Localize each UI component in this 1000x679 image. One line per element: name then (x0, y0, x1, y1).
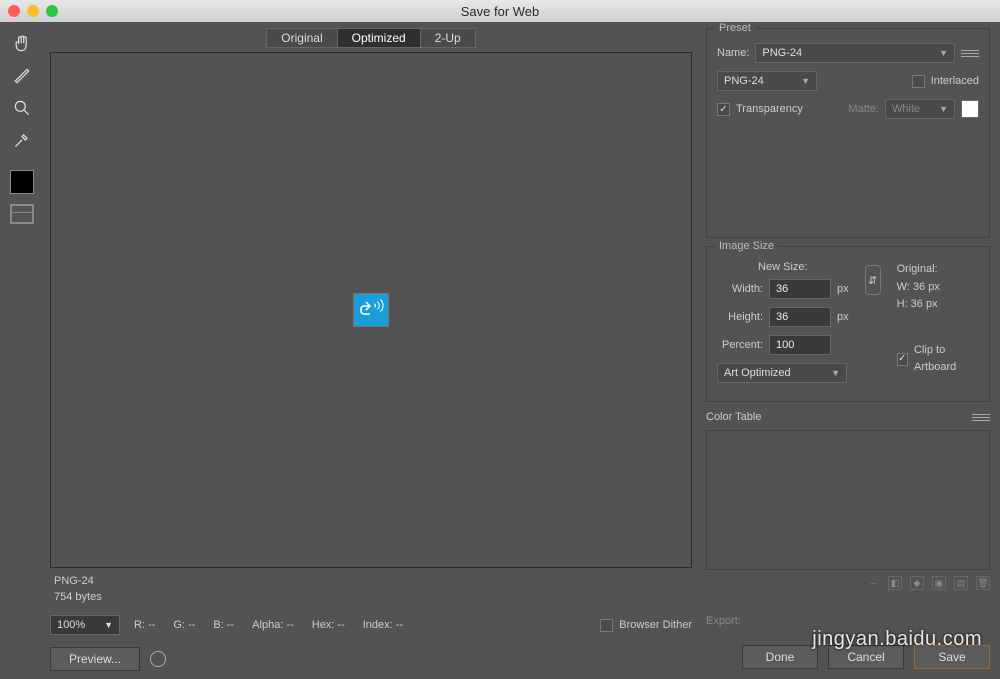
preview-image (354, 294, 388, 326)
percent-input[interactable] (769, 335, 831, 355)
readout-b: B: -- (213, 619, 234, 631)
tab-2up[interactable]: 2-Up (421, 29, 475, 47)
color-table-title: Color Table (706, 411, 761, 423)
export-label: Export: (706, 615, 741, 627)
browser-dither-checkbox[interactable] (600, 619, 613, 632)
interlaced-label: Interlaced (931, 75, 979, 87)
interlaced-checkbox[interactable] (912, 75, 925, 88)
eyedropper-tool-icon[interactable] (8, 126, 36, 154)
view-tabs: Original Optimized 2-Up (266, 28, 475, 48)
clip-artboard-checkbox[interactable] (897, 353, 908, 366)
foreground-color-swatch[interactable] (10, 170, 34, 194)
width-label: Width: (717, 283, 763, 295)
height-input[interactable] (769, 307, 831, 327)
width-input[interactable] (769, 279, 831, 299)
image-size-panel-title: Image Size (715, 240, 778, 252)
save-button[interactable]: Save (914, 645, 990, 669)
readout-index: Index: -- (363, 619, 403, 631)
width-unit: px (837, 283, 849, 295)
ct-delete-icon[interactable]: 🗑 (976, 576, 990, 590)
toggle-slices-icon[interactable] (10, 204, 34, 224)
ct-map-transparent-icon[interactable]: ▣ (932, 576, 946, 590)
format-dropdown[interactable]: PNG-24▼ (717, 71, 817, 91)
percent-label: Percent: (717, 339, 763, 351)
size-info: 754 bytes (54, 590, 692, 605)
readout-r: R: -- (134, 619, 155, 631)
cancel-button[interactable]: Cancel (828, 645, 904, 669)
done-button[interactable]: Done (742, 645, 818, 669)
transparency-checkbox[interactable] (717, 103, 730, 116)
zoom-dropdown[interactable]: 100%▼ (50, 615, 120, 635)
matte-value: White (892, 103, 920, 115)
ct-lock-icon[interactable]: ◆ (910, 576, 924, 590)
format-info: PNG-24 (54, 574, 692, 589)
readout-hex: Hex: -- (312, 619, 345, 631)
tool-strip (0, 22, 44, 679)
preview-canvas[interactable] (50, 52, 692, 568)
preset-name-dropdown[interactable]: PNG-24▼ (755, 43, 955, 63)
color-readouts: R: -- G: -- B: -- Alpha: -- Hex: -- Inde… (134, 619, 403, 631)
matte-label: Matte: (848, 103, 879, 115)
window-title: Save for Web (0, 4, 1000, 19)
preset-menu-icon[interactable] (961, 46, 979, 60)
height-unit: px (837, 311, 849, 323)
constrain-proportions-icon[interactable]: ⇵ (865, 265, 881, 295)
preset-name-label: Name: (717, 47, 749, 59)
original-height: H: 36 px (897, 296, 979, 314)
matte-dropdown: White▼ (885, 99, 955, 119)
height-label: Height: (717, 311, 763, 323)
readout-g: G: -- (173, 619, 195, 631)
slice-tool-icon[interactable] (8, 62, 36, 90)
ct-new-color-icon[interactable]: ▤ (954, 576, 968, 590)
color-table-body (706, 430, 990, 570)
ct-icon-0: – (866, 576, 880, 590)
quality-dropdown[interactable]: Art Optimized▼ (717, 363, 847, 383)
new-size-label: New Size: (717, 261, 849, 273)
preset-name-value: PNG-24 (762, 47, 802, 59)
tab-optimized[interactable]: Optimized (338, 29, 421, 47)
ct-snap-web-icon[interactable]: ◧ (888, 576, 902, 590)
format-value: PNG-24 (724, 75, 764, 87)
color-table-menu-icon[interactable] (972, 410, 990, 424)
quality-value: Art Optimized (724, 367, 791, 379)
readout-alpha: Alpha: -- (252, 619, 294, 631)
transparency-label: Transparency (736, 103, 803, 115)
tab-original[interactable]: Original (267, 29, 337, 47)
browser-preview-icon[interactable] (150, 651, 166, 667)
preset-panel-title: Preset (715, 22, 755, 34)
preview-button[interactable]: Preview... (50, 647, 140, 671)
matte-swatch (961, 100, 979, 118)
original-width: W: 36 px (897, 279, 979, 297)
clip-artboard-label: Clip to Artboard (914, 342, 979, 377)
hand-tool-icon[interactable] (8, 30, 36, 58)
zoom-tool-icon[interactable] (8, 94, 36, 122)
browser-dither-label: Browser Dither (619, 619, 692, 631)
zoom-value: 100% (57, 619, 85, 631)
original-label: Original: (897, 261, 979, 279)
